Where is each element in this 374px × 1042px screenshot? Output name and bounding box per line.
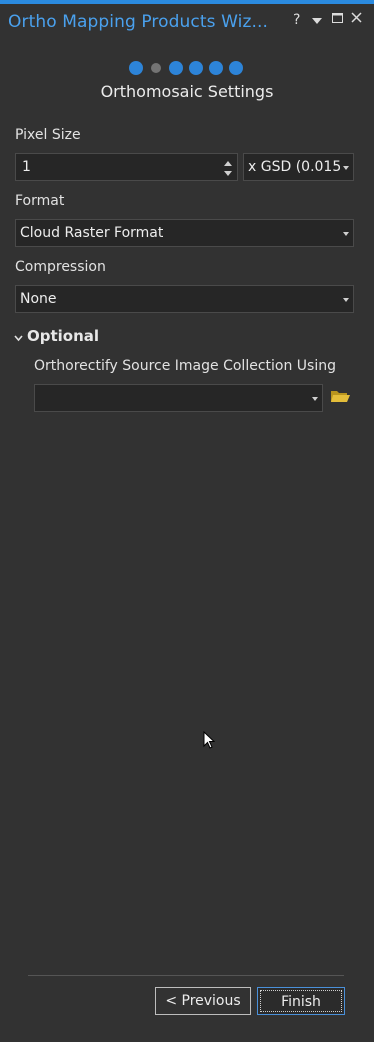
finish-button[interactable]: Finish — [257, 987, 345, 1015]
finish-button-label: Finish — [260, 990, 342, 1012]
expander-chevron-icon — [14, 328, 23, 346]
footer-divider — [28, 975, 344, 976]
wizard-step-indicator — [0, 60, 374, 78]
optional-section-toggle[interactable]: Optional — [14, 327, 99, 346]
auto-hide-icon[interactable] — [332, 12, 343, 28]
compression-label: Compression — [15, 259, 106, 275]
chevron-down-icon — [343, 166, 349, 170]
optional-section-label: Optional — [27, 327, 100, 345]
pixel-size-input[interactable]: 1 — [15, 153, 238, 181]
chevron-down-icon — [343, 298, 349, 302]
pane-title-bar: Ortho Mapping Products Wiz... ? — [0, 4, 374, 40]
step-dot — [209, 61, 223, 75]
compression-value: None — [20, 291, 57, 307]
format-dropdown[interactable]: Cloud Raster Format — [15, 219, 354, 247]
step-title: Orthomosaic Settings — [100, 82, 274, 101]
spin-down-icon[interactable] — [224, 171, 232, 176]
pane-title: Ortho Mapping Products Wiz... — [8, 12, 268, 32]
orthorectify-label: Orthorectify Source Image Collection Usi… — [34, 358, 336, 374]
mouse-cursor-icon — [203, 730, 216, 754]
pixel-size-unit-dropdown[interactable]: x GSD (0.015; — [243, 153, 354, 181]
browse-folder-icon[interactable] — [330, 388, 350, 408]
chevron-down-icon — [343, 232, 349, 236]
pixel-size-value: 1 — [22, 159, 31, 175]
step-dot — [189, 61, 203, 75]
step-dot — [229, 61, 243, 75]
pane-menu-icon[interactable] — [312, 15, 322, 29]
pixel-size-label: Pixel Size — [15, 127, 81, 143]
spin-up-icon[interactable] — [224, 161, 232, 166]
orthorectify-dropdown[interactable] — [34, 384, 323, 412]
format-label: Format — [15, 193, 65, 209]
pixel-size-unit-value: x GSD (0.015; — [248, 159, 340, 175]
chevron-down-icon — [312, 397, 318, 401]
step-dot-current — [151, 63, 161, 73]
compression-dropdown[interactable]: None — [15, 285, 354, 313]
step-dot — [169, 61, 183, 75]
format-value: Cloud Raster Format — [20, 225, 164, 241]
close-icon[interactable] — [351, 12, 362, 27]
help-icon[interactable]: ? — [293, 13, 300, 27]
step-dot — [129, 61, 143, 75]
previous-button[interactable]: < Previous — [155, 987, 251, 1015]
